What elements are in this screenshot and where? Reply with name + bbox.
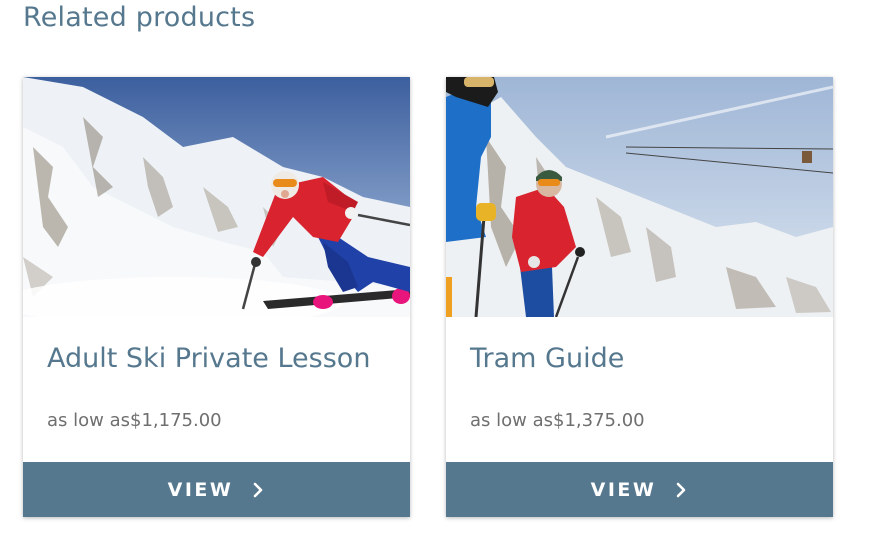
- chevron-right-icon: [677, 482, 686, 497]
- product-card-adult-ski-private-lesson[interactable]: Adult Ski Private Lesson as low as$1,175…: [23, 77, 410, 517]
- product-card-tram-guide[interactable]: Tram Guide as low as$1,375.00 VIEW: [446, 77, 833, 517]
- price-prefix: as low as: [47, 410, 130, 431]
- view-button-label: VIEW: [590, 478, 657, 501]
- chevron-right-icon: [254, 482, 263, 497]
- product-title[interactable]: Adult Ski Private Lesson: [47, 343, 370, 374]
- product-image-skier[interactable]: [23, 77, 410, 317]
- price-value: $1,375.00: [553, 410, 645, 431]
- view-button[interactable]: VIEW: [23, 462, 410, 517]
- section-title: Related products: [23, 2, 256, 33]
- product-price: as low as$1,175.00: [47, 410, 222, 431]
- product-title[interactable]: Tram Guide: [470, 343, 624, 374]
- product-image-tram-guide[interactable]: [446, 77, 833, 317]
- view-button-label: VIEW: [167, 478, 234, 501]
- price-prefix: as low as: [470, 410, 553, 431]
- view-button[interactable]: VIEW: [446, 462, 833, 517]
- product-price: as low as$1,375.00: [470, 410, 645, 431]
- price-value: $1,175.00: [130, 410, 222, 431]
